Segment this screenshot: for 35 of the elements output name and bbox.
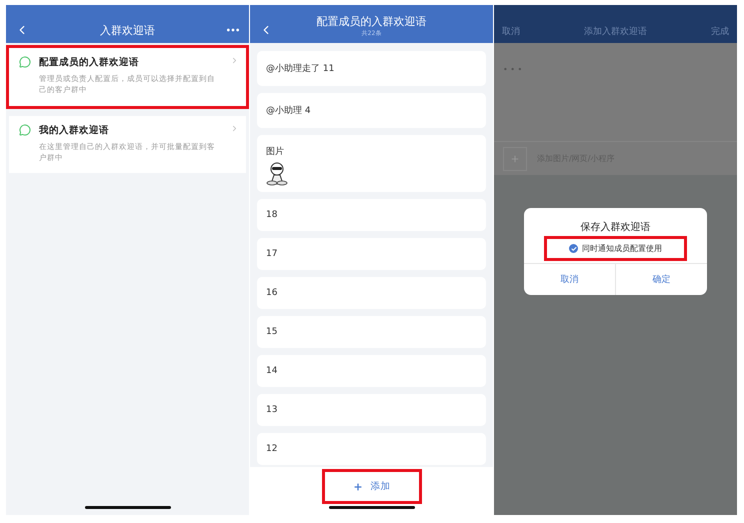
card-text: 17	[266, 249, 278, 259]
card-text: @小助理走了 11	[266, 62, 336, 75]
message-card[interactable]: 图片	[257, 135, 486, 192]
dialog-button[interactable]: 确定	[615, 264, 707, 295]
card-text: 图片	[266, 146, 285, 158]
plus-icon	[352, 482, 362, 492]
message-card[interactable]: @小助理走了 11	[257, 51, 486, 86]
card-text: 18	[266, 210, 278, 220]
menu-item-title: 配置成员的入群欢迎语	[39, 56, 140, 69]
card-text: 15	[266, 327, 278, 337]
screen-title: 入群欢迎语	[99, 23, 156, 38]
screen-title: 添加入群欢迎语	[583, 26, 648, 38]
chat-icon	[19, 124, 31, 136]
dialog-button[interactable]: 取消	[524, 264, 615, 295]
message-card[interactable]: 15	[257, 316, 486, 348]
card-text: 16	[266, 288, 278, 298]
card-text: 12	[266, 444, 278, 454]
message-card[interactable]: 16	[257, 277, 486, 309]
checkbox[interactable]	[569, 244, 578, 253]
screen-title: 配置成员的入群欢迎语	[316, 14, 426, 29]
message-card[interactable]: 13	[257, 394, 486, 426]
message-card[interactable]: 14	[257, 355, 486, 387]
chat-icon	[19, 56, 31, 68]
chevron-icon	[230, 56, 239, 65]
card-text: 14	[266, 366, 278, 376]
dialog-title: 保存入群欢迎语	[580, 220, 650, 234]
menu-item-title: 我的入群欢迎语	[39, 124, 110, 136]
message-card[interactable]: 12	[257, 433, 486, 465]
message-card[interactable]: 18	[257, 199, 486, 231]
card-text: @小助理 4	[266, 104, 312, 117]
checkbox-label: 同时通知成员配置使用	[582, 243, 662, 254]
chevron-icon	[230, 124, 239, 132]
card-text: 13	[266, 405, 278, 415]
message-card[interactable]: 17	[257, 238, 486, 270]
message-card[interactable]: @小助理 4	[257, 93, 486, 128]
